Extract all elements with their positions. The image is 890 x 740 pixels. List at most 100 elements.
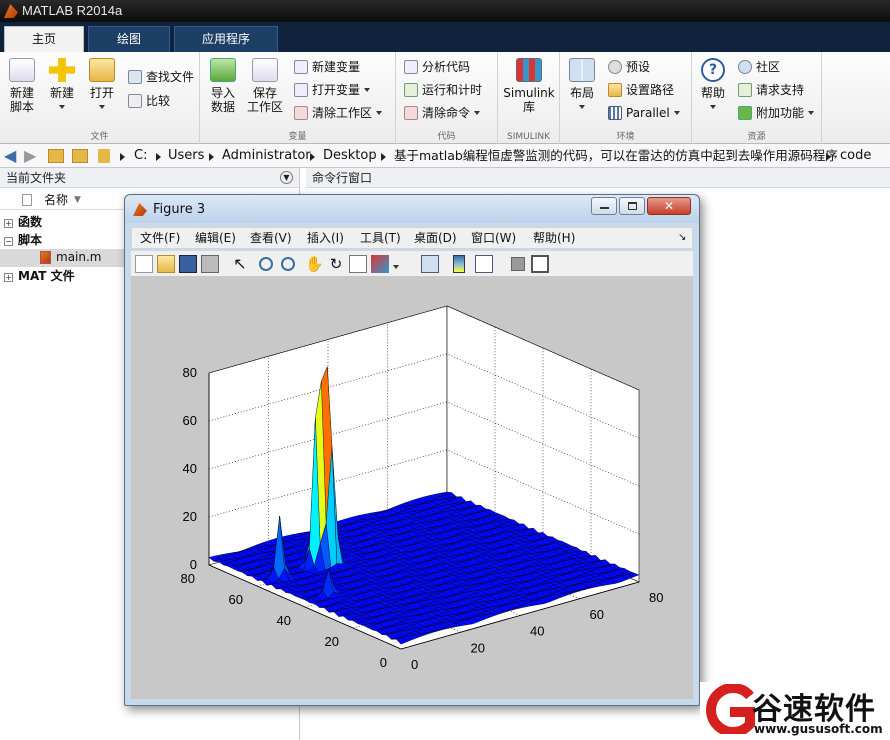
add-ons-button[interactable]: 附加功能 xyxy=(738,104,815,122)
pane-menu-icon[interactable]: ▼ xyxy=(280,171,293,184)
y-tick-label: 20 xyxy=(325,634,339,649)
open-button[interactable]: 打开 xyxy=(86,58,118,114)
up-folder-icon[interactable] xyxy=(48,149,64,163)
help-icon: ? xyxy=(701,58,725,82)
tab-home[interactable]: 主页 xyxy=(4,26,84,52)
link-plot-icon[interactable] xyxy=(421,255,439,273)
path-segment[interactable]: Administrator xyxy=(222,144,311,168)
set-path-button[interactable]: 设置路径 xyxy=(608,81,674,99)
current-folder-header: 当前文件夹 ▼ xyxy=(0,168,299,188)
pan-hand-icon[interactable]: ✋ xyxy=(305,255,324,273)
brand-watermark: 谷速软件 www.gususoft.com xyxy=(700,682,890,740)
path-segment[interactable]: 基于matlab编程恒虚警监测的代码，可以在雷达的仿真中起到去噪作用源码程序 xyxy=(394,144,838,168)
import-data-button[interactable]: 导入 数据 xyxy=(206,58,240,114)
new-variable-icon xyxy=(294,60,308,74)
maximize-icon xyxy=(628,202,637,210)
help-button[interactable]: ? 帮助 xyxy=(698,58,728,114)
menu-view[interactable]: 查看(V) xyxy=(250,230,292,246)
minimize-button[interactable] xyxy=(591,197,617,215)
community-icon xyxy=(738,60,752,74)
figure-titlebar[interactable]: Figure 3 ✕ xyxy=(125,195,699,223)
tree-item-scripts[interactable]: − 脚本 xyxy=(4,231,42,249)
save-workspace-button[interactable]: 保存 工作区 xyxy=(246,58,284,114)
browse-folder-icon[interactable] xyxy=(72,149,88,163)
print-icon[interactable] xyxy=(201,255,219,273)
legend-icon[interactable] xyxy=(475,255,493,273)
community-button[interactable]: 社区 xyxy=(738,58,780,76)
save-figure-icon[interactable] xyxy=(179,255,197,273)
support-icon xyxy=(738,83,752,97)
new-script-icon xyxy=(9,58,35,82)
surface-plot: 020406080020406080020406080 xyxy=(181,305,663,672)
open-variable-button[interactable]: 打开变量 xyxy=(294,81,371,99)
select-arrow-icon[interactable]: ↖ xyxy=(231,255,249,273)
folder-path-icon xyxy=(608,83,622,97)
zoom-in-icon[interactable] xyxy=(259,257,273,271)
menu-insert[interactable]: 插入(I) xyxy=(307,230,344,246)
dock-arrow-icon[interactable]: ↘ xyxy=(678,230,686,246)
plot-area[interactable]: 0 20 40 60 80 0 20 40 60 80 0 20 40 60 80 xyxy=(131,277,693,699)
path-segment[interactable]: Users xyxy=(168,144,204,168)
command-window-header: 命令行窗口 xyxy=(306,168,890,188)
run-and-time-button[interactable]: 运行和计时 xyxy=(404,81,482,99)
forward-icon[interactable]: ▶ xyxy=(24,144,36,168)
group-label-file: 文件 xyxy=(90,132,109,142)
hide-plot-tools-icon[interactable] xyxy=(511,257,525,271)
find-files-button[interactable]: 查找文件 xyxy=(128,68,194,86)
new-figure-icon[interactable] xyxy=(135,255,153,273)
list-item-main-m[interactable]: main.m xyxy=(0,249,124,267)
path-segment[interactable]: Desktop xyxy=(323,144,377,168)
m-file-icon xyxy=(40,251,51,264)
tree-item-mat-files[interactable]: + MAT 文件 xyxy=(4,267,75,285)
add-ons-icon xyxy=(738,106,752,120)
colorbar-icon[interactable] xyxy=(453,255,465,273)
new-script-button[interactable]: 新建 脚本 xyxy=(6,58,38,114)
tree-item-functions[interactable]: + 函数 xyxy=(4,213,42,231)
parallel-button[interactable]: Parallel xyxy=(608,104,680,122)
z-tick-label: 80 xyxy=(183,365,197,380)
preferences-button[interactable]: 预设 xyxy=(608,58,650,76)
menu-edit[interactable]: 编辑(E) xyxy=(195,230,236,246)
clear-commands-button[interactable]: 清除命令 xyxy=(404,104,481,122)
tab-plots[interactable]: 绘图 xyxy=(88,26,170,52)
back-icon[interactable]: ◀ xyxy=(4,144,16,168)
find-files-icon xyxy=(128,70,142,84)
path-separator-icon xyxy=(156,153,161,161)
new-variable-button[interactable]: 新建变量 xyxy=(294,58,360,76)
menu-window[interactable]: 窗口(W) xyxy=(471,230,516,246)
group-label-environment: 环境 xyxy=(616,132,635,142)
menu-desktop[interactable]: 桌面(D) xyxy=(414,230,457,246)
close-icon: ✕ xyxy=(663,199,675,213)
x-tick-label: 60 xyxy=(590,607,604,622)
figure-window: Figure 3 ✕ 文件(F) 编辑(E) 查看(V) 插入(I) 工具(T)… xyxy=(124,194,700,706)
data-cursor-icon[interactable] xyxy=(349,255,367,273)
layout-button[interactable]: 布局 xyxy=(566,58,598,114)
name-column-label: 名称 xyxy=(44,193,69,207)
maximize-button[interactable] xyxy=(619,197,645,215)
path-segment[interactable]: code xyxy=(840,144,871,168)
x-tick-label: 80 xyxy=(649,590,663,605)
analyze-code-button[interactable]: 分析代码 xyxy=(404,58,470,76)
rotate-3d-icon[interactable]: ↻ xyxy=(327,255,345,273)
path-separator-icon xyxy=(826,153,831,161)
clear-workspace-button[interactable]: 清除工作区 xyxy=(294,104,383,122)
new-button[interactable]: 新建 xyxy=(46,58,78,114)
request-support-button[interactable]: 请求支持 xyxy=(738,81,804,99)
compare-button[interactable]: 比较 xyxy=(128,92,170,110)
brush-icon[interactable] xyxy=(371,255,389,273)
sort-desc-icon: ▼ xyxy=(74,195,81,205)
menu-help[interactable]: 帮助(H) xyxy=(533,230,575,246)
menu-file[interactable]: 文件(F) xyxy=(140,230,180,246)
zoom-out-icon[interactable] xyxy=(281,257,295,271)
show-plot-tools-icon[interactable] xyxy=(531,255,549,273)
close-button[interactable]: ✕ xyxy=(647,197,691,215)
menu-tools[interactable]: 工具(T) xyxy=(360,230,401,246)
root-folder-icon xyxy=(98,149,110,163)
open-file-icon[interactable] xyxy=(157,255,175,273)
tab-apps[interactable]: 应用程序 xyxy=(174,26,278,52)
import-icon xyxy=(210,58,236,82)
path-segment[interactable]: C: xyxy=(134,144,147,168)
save-icon xyxy=(252,58,278,82)
path-separator-icon xyxy=(120,153,125,161)
simulink-library-button[interactable]: Simulink 库 xyxy=(502,58,556,114)
